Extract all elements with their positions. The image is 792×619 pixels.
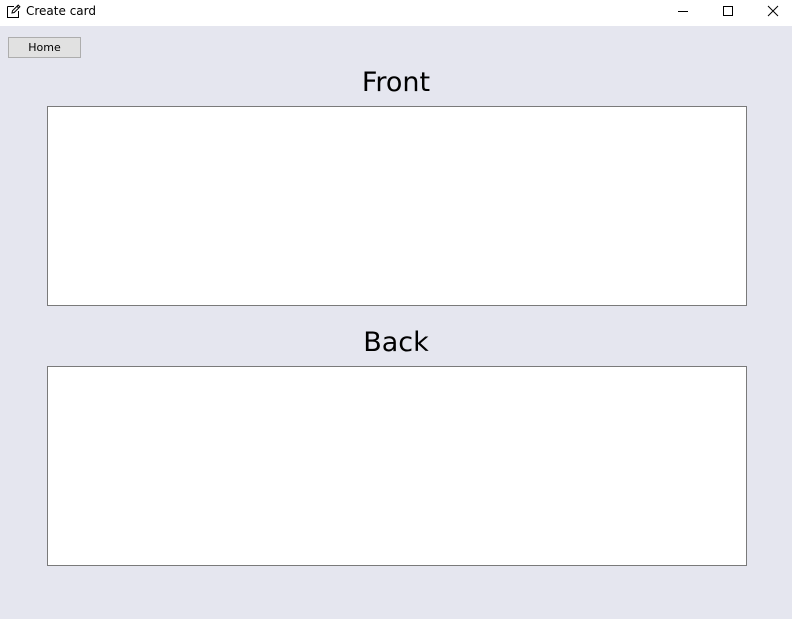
close-button[interactable] (750, 0, 792, 22)
front-heading: Front (361, 67, 431, 98)
front-text-input[interactable] (47, 106, 747, 306)
maximize-icon (722, 2, 734, 21)
maximize-button[interactable] (705, 0, 751, 22)
create-card-window: Create card Home Front Back (0, 0, 792, 619)
back-heading: Back (363, 327, 429, 358)
minimize-icon (677, 2, 689, 21)
title-bar[interactable]: Create card (0, 0, 792, 26)
home-button[interactable]: Home (8, 37, 81, 58)
close-icon (767, 2, 779, 21)
minimize-button[interactable] (660, 0, 706, 22)
edit-icon (5, 3, 21, 19)
client-area: Home Front Back (0, 26, 792, 619)
window-title: Create card (26, 4, 96, 18)
back-text-input[interactable] (47, 366, 747, 566)
